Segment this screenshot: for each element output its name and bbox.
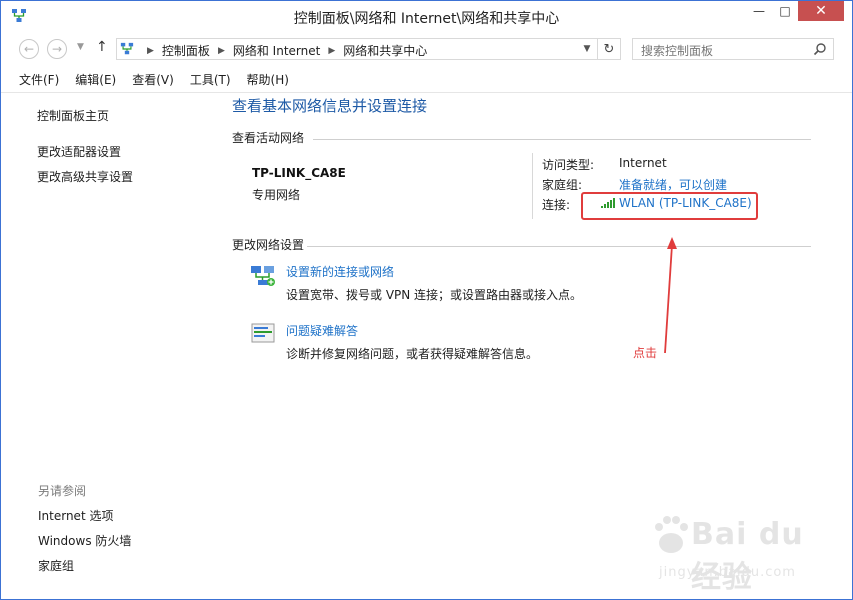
up-arrow-icon: ↑ [96,39,108,55]
forward-button[interactable]: → [47,39,67,59]
menu-view[interactable]: 查看(V) [124,71,182,89]
network-type: 专用网络 [252,188,301,202]
chevron-right-icon: ▶ [328,45,336,56]
network-name: TP-LINK_CA8E [252,166,346,180]
homegroup-link[interactable]: 准备就绪，可以创建 [619,176,727,193]
setup-new-connection-link[interactable]: 设置新的连接或网络 [286,263,394,280]
change-settings-heading: 更改网络设置 [232,238,305,252]
see-also-windows-firewall[interactable]: Windows 防火墙 [38,532,131,549]
menu-help[interactable]: 帮助(H) [239,71,297,89]
click-annotation: 点击 [633,346,658,360]
minimize-button[interactable]: — [746,1,772,21]
address-bar[interactable]: ▶ 控制面板 ▶ 网络和 Internet ▶ 网络和共享中心 ▼ ↻ [116,38,621,60]
search-input[interactable]: 搜索控制面板 [632,38,834,60]
menu-bar: 文件(F) 编辑(E) 查看(V) 工具(T) 帮助(H) [11,71,297,89]
annotation-arrow-icon [664,237,677,354]
page-title: 查看基本网络信息并设置连接 [232,97,428,115]
chevron-right-icon: ▶ [147,45,154,56]
chevron-right-icon: ▶ [217,45,225,56]
breadcrumb: ▶ 控制面板 ▶ 网络和 Internet ▶ 网络和共享中心 [139,42,427,59]
back-button[interactable]: ← [19,39,39,59]
explorer-window: 控制面板\网络和 Internet\网络和共享中心 — □ ✕ ← → ▼ ↑ [0,0,853,600]
search-icon [813,43,826,56]
section-divider [313,139,811,140]
sidebar-link-advanced-sharing[interactable]: 更改高级共享设置 [37,168,133,185]
menu-edit[interactable]: 编辑(E) [67,71,124,89]
refresh-button[interactable]: ↻ [597,39,620,59]
navigation-bar: ← → ▼ ↑ ▶ 控制面板 ▶ 网络和 Internet ▶ 网络和共享中心 [1,34,852,64]
forward-arrow-icon: → [51,42,63,56]
watermark-text: Bai du 经验 [691,517,804,595]
active-networks-heading: 查看活动网络 [232,131,305,145]
breadcrumb-item[interactable]: 网络和 Internet [233,42,320,59]
access-type-value: Internet [619,156,667,170]
access-type-label: 访问类型: [542,158,595,172]
back-arrow-icon: ← [23,42,35,56]
maximize-button[interactable]: □ [772,1,798,21]
refresh-icon: ↻ [603,41,615,57]
new-connection-icon [251,266,275,286]
sidebar-link-adapter-settings[interactable]: 更改适配器设置 [37,143,121,160]
sidebar-link-control-panel-home[interactable]: 控制面板主页 [37,107,109,124]
window-title: 控制面板\网络和 Internet\网络和共享中心 [293,11,560,27]
troubleshoot-icon [251,323,275,343]
network-info-divider [532,153,533,219]
menu-tools[interactable]: 工具(T) [182,71,239,89]
baidu-watermark-logo: Bai du 经验 jingyan.baidu.com [651,511,831,595]
close-button[interactable]: ✕ [798,1,844,21]
breadcrumb-item[interactable]: 网络和共享中心 [343,42,427,59]
see-also-heading: 另请参阅 [38,484,87,498]
watermark-url: jingyan.baidu.com [659,565,796,580]
see-also-homegroup[interactable]: 家庭组 [38,557,74,574]
homegroup-label: 家庭组: [542,178,583,192]
search-placeholder: 搜索控制面板 [641,44,714,58]
annotation-highlight-box [581,192,758,220]
window-controls: — □ ✕ [746,1,844,23]
title-bar: 控制面板\网络和 Internet\网络和共享中心 — □ ✕ [1,1,852,32]
breadcrumb-item[interactable]: 控制面板 [162,42,210,59]
connection-label: 连接: [542,198,571,212]
section-divider [307,246,811,247]
control-panel-icon [120,42,134,55]
see-also-internet-options[interactable]: Internet 选项 [38,507,113,524]
troubleshoot-link[interactable]: 问题疑难解答 [286,322,358,339]
menu-divider [1,92,852,93]
troubleshoot-desc: 诊断并修复网络问题，或者获得疑难解答信息。 [286,347,539,361]
up-button[interactable]: ↑ [96,39,108,55]
recent-locations-dropdown[interactable]: ▼ [77,42,84,52]
paw-icon [655,516,688,553]
address-actions: ▼ ↻ [577,39,620,59]
menu-file[interactable]: 文件(F) [11,71,67,89]
setup-new-connection-desc: 设置宽带、拨号或 VPN 连接；或设置路由器或接入点。 [286,288,583,302]
address-history-dropdown[interactable]: ▼ [577,39,597,59]
